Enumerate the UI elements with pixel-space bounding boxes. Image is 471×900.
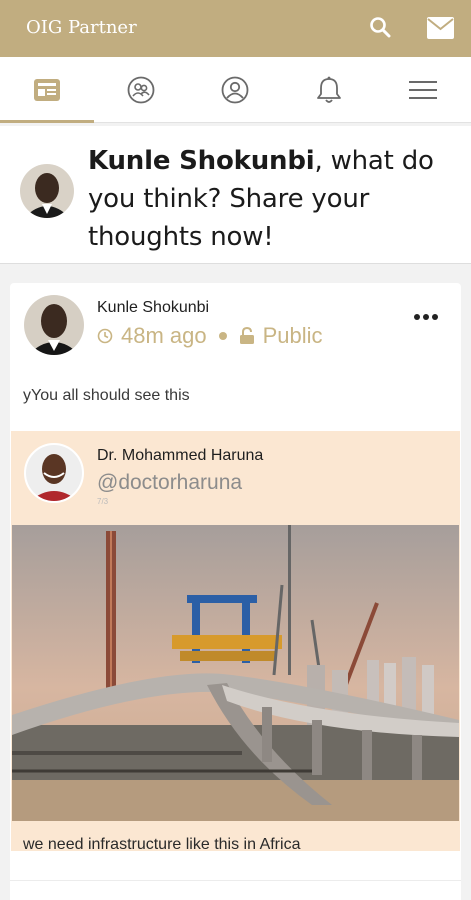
shared-post[interactable]: Dr. Mohammed Haruna @doctorharuna 7/3 we… [11, 431, 460, 853]
tab-feed[interactable] [0, 57, 94, 123]
tab-menu[interactable] [376, 57, 470, 123]
search-icon[interactable] [369, 16, 391, 38]
menu-hamburger-icon [409, 81, 437, 99]
home-feed-icon [34, 79, 60, 101]
active-tab-indicator [0, 120, 94, 123]
composer-user-name: Kunle Shokunbi [88, 146, 315, 176]
post-meta: 48m ago Public [97, 323, 323, 349]
post-text: yYou all should see this [23, 387, 190, 404]
tab-profile[interactable] [188, 57, 282, 123]
tab-bar [0, 57, 471, 123]
shared-subtext: 7/3 [97, 497, 109, 506]
infrastructure-photo[interactable] [12, 525, 459, 821]
unlock-icon [239, 327, 254, 344]
app-title: OIG Partner [26, 17, 137, 38]
profile-icon [221, 76, 249, 104]
post-visibility[interactable]: Public [263, 323, 323, 349]
post-card: Kunle Shokunbi 48m ago Public yYou all s… [10, 283, 461, 900]
post-actions-bar [10, 880, 461, 900]
post-composer[interactable]: Kunle Shokunbi, what do you think? Share… [0, 126, 471, 264]
post-author[interactable]: Kunle Shokunbi [97, 299, 209, 317]
avatar[interactable] [20, 164, 74, 218]
app-header: OIG Partner [0, 0, 471, 57]
groups-icon [127, 76, 155, 104]
tab-groups[interactable] [94, 57, 188, 123]
post-time: 48m ago [121, 323, 207, 348]
shared-caption: we need infrastructure like this in Afri… [23, 836, 301, 853]
separator-dot [218, 332, 227, 340]
shared-author[interactable]: Dr. Mohammed Haruna [97, 447, 263, 465]
avatar[interactable] [24, 295, 84, 355]
tab-notifications[interactable] [282, 57, 376, 123]
more-options-button[interactable] [414, 309, 444, 325]
clock-icon [97, 328, 113, 344]
notifications-bell-icon [317, 76, 341, 103]
mail-icon[interactable] [427, 17, 454, 39]
composer-prompt[interactable]: Kunle Shokunbi, what do you think? Share… [88, 142, 458, 256]
avatar[interactable] [24, 443, 84, 503]
shared-handle[interactable]: @doctorharuna [97, 471, 242, 495]
